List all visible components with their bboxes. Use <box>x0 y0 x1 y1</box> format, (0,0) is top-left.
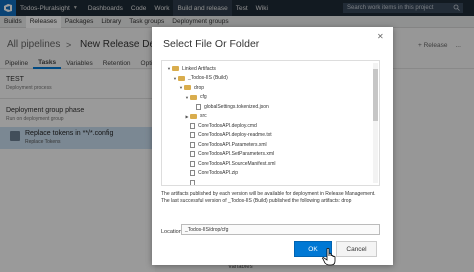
tree-item[interactable]: ▼ Linked Artifacts <box>166 64 216 73</box>
tree-item[interactable]: CoreTodosAPI.deploy-readme.txt <box>184 131 272 140</box>
tree-item[interactable]: ▼ drop <box>178 83 204 92</box>
tree-item-label: CoreTodosAPI.SetParameters.xml <box>198 151 275 157</box>
tree-item-label: globalSettings.tokenized.json <box>204 103 269 110</box>
tree-item-label: CoreTodosAPI.deploy-readme.txt <box>198 132 272 138</box>
tree-item-label: src <box>200 113 207 119</box>
tree-item[interactable] <box>184 178 198 185</box>
tree-item[interactable]: CoreTodosAPI.deploy.cmd <box>184 121 257 130</box>
file-icon <box>190 151 195 157</box>
select-file-dialog: Select File Or Folder ✕ ▼ Linked Artifact… <box>152 27 393 268</box>
tree-item[interactable]: ▶ src <box>184 112 207 121</box>
file-icon <box>190 141 195 148</box>
folder-icon <box>184 85 191 90</box>
location-field[interactable]: _Todos-IIS/drop/cfg <box>181 224 380 235</box>
cancel-button[interactable]: Cancel <box>336 241 377 257</box>
tree-scrollbar[interactable] <box>373 63 378 183</box>
dialog-title: Select File Or Folder <box>163 38 260 50</box>
tree-item-label: cfg <box>200 94 207 100</box>
tree-scrollbar-thumb[interactable] <box>373 69 378 121</box>
folder-icon <box>178 75 185 81</box>
tree-item[interactable]: ▼ _Todos-IIS (Build) <box>172 74 228 83</box>
location-label: Location <box>161 229 182 235</box>
location-value: _Todos-IIS/drop/cfg <box>185 226 229 233</box>
artifacts-info-text: The artifacts published by each version … <box>161 191 376 204</box>
tree-item[interactable]: globalSettings.tokenized.json <box>190 102 269 111</box>
tree-item[interactable]: CoreTodosAPI.SetParameters.xml <box>184 150 274 159</box>
tree-item[interactable]: CoreTodosAPI.zip <box>184 169 238 178</box>
folder-icon <box>190 113 197 119</box>
tree-item[interactable]: CoreTodosAPI.SourceManifest.xml <box>184 159 276 168</box>
folder-icon <box>190 94 197 100</box>
file-icon <box>190 122 195 129</box>
file-icon <box>190 170 195 176</box>
tree-item-label: _Todos-IIS (Build) <box>188 75 228 81</box>
tree-item-label: CoreTodosAPI.deploy.cmd <box>198 122 257 129</box>
file-tree: ▼ Linked Artifacts ▼ _Todos-IIS (Build) ▼ dro… <box>161 60 380 186</box>
close-icon[interactable]: ✕ <box>377 32 384 41</box>
file-icon <box>190 160 195 167</box>
tree-item-label: CoreTodosAPI.SourceManifest.xml <box>198 160 276 167</box>
file-icon <box>190 179 195 185</box>
tree-item[interactable]: CoreTodosAPI.Parameters.xml <box>184 140 267 149</box>
tree-item-label: CoreTodosAPI.zip <box>198 170 239 176</box>
file-icon <box>190 132 195 138</box>
folder-icon <box>172 66 179 71</box>
tree-item-label: CoreTodosAPI.Parameters.xml <box>198 141 267 148</box>
tree-item-label: Linked Artifacts <box>182 65 216 72</box>
hand-cursor-icon <box>322 247 336 268</box>
tree-item-label: drop <box>194 84 205 91</box>
tree-item[interactable]: ▼ cfg <box>184 93 207 102</box>
file-icon <box>196 103 201 110</box>
